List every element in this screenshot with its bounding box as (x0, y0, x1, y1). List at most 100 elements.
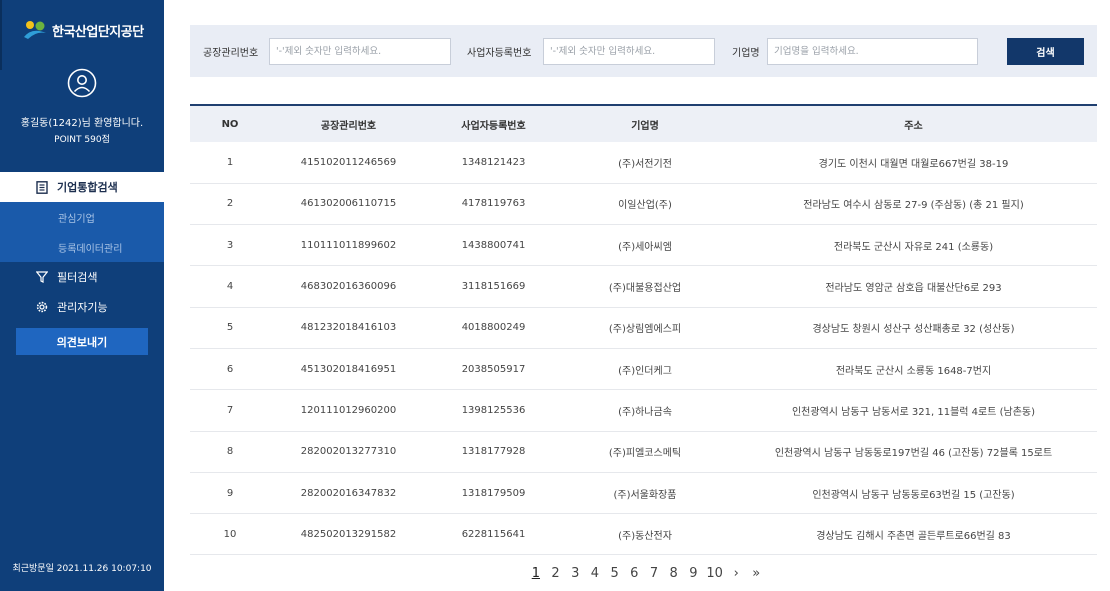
cell-no: 6 (226, 363, 234, 375)
cell-company-name: (주)인더케그 (618, 365, 672, 377)
cell-business-number: 2038505917 (461, 363, 526, 375)
cell-company-name: (주)서전기전 (618, 158, 672, 170)
cell-factory-number: 451302018416951 (300, 363, 397, 375)
cell-address: 전라남도 여수시 삼동로 27-9 (주삼동) (총 21 필지) (803, 200, 1024, 212)
page-8[interactable]: 8 (664, 566, 684, 581)
send-opinion-button[interactable]: 의견보내기 (16, 328, 148, 355)
cell-factory-number: 110111011899602 (300, 239, 397, 251)
logo-mark-icon (24, 21, 46, 39)
cell-factory-number: 481232018416103 (300, 322, 397, 334)
cell-company-name: (주)동산전자 (618, 530, 672, 542)
cell-no: 1 (226, 156, 234, 168)
cell-address: 경상남도 김해시 주촌면 골든루트로66번길 83 (816, 530, 1011, 542)
page-4[interactable]: 4 (585, 566, 605, 581)
cell-no: 9 (226, 487, 234, 499)
cell-factory-number: 461302006110715 (300, 198, 397, 210)
cell-no: 3 (226, 239, 234, 251)
results-table: NO 공장관리번호 사업자등록번호 기업명 주소 1 4151020112465… (190, 104, 1097, 555)
cell-company-name: (주)세아씨엠 (618, 241, 672, 253)
next-page-icon[interactable]: › (726, 566, 746, 581)
cell-address: 전라북도 군산시 자유로 241 (소룡동) (833, 241, 994, 253)
sidebar: 한국산업단지공단 홍길동(1242)님 환영합니다. POINT 590점 기업… (0, 0, 164, 591)
header-address: 주소 (904, 120, 923, 132)
cell-company-name: (주)대불용접산업 (608, 283, 682, 295)
table-row[interactable]: 2 461302006110715 4178119763 이일산업(주) 전라남… (190, 183, 1097, 225)
menu-company-search-label: 기업통합검색 (57, 181, 118, 194)
cell-address: 인천광역시 남동구 남동동로197번길 46 (고잔동) 72블록 15로트 (774, 448, 1053, 460)
sub-menu: 관심기업 등록데이터관리 (0, 202, 164, 262)
cell-business-number: 1348121423 (461, 156, 526, 168)
page-6[interactable]: 6 (624, 566, 644, 581)
cell-no: 10 (223, 528, 237, 540)
sidebar-edge (0, 0, 2, 70)
cell-business-number: 4178119763 (461, 198, 526, 210)
cell-business-number: 6228115641 (461, 528, 526, 540)
logo[interactable]: 한국산업단지공단 (22, 19, 144, 41)
page-1[interactable]: 1 (526, 566, 546, 581)
page-9[interactable]: 9 (684, 566, 704, 581)
company-name-input[interactable] (767, 38, 978, 65)
point-text: POINT 590점 (54, 135, 110, 145)
factory-number-input[interactable] (269, 38, 451, 65)
cell-address: 인천광역시 남동구 남동동로63번길 15 (고잔동) (812, 489, 1015, 501)
cell-business-number: 1438800741 (461, 239, 526, 251)
cell-no: 4 (226, 281, 234, 293)
filter-icon (36, 271, 48, 283)
table-row[interactable]: 4 468302016360096 3118151669 (주)대불용접산업 전… (190, 266, 1097, 308)
sub-item-registered-data[interactable]: 등록데이터관리 (0, 232, 164, 262)
sidebar-header: 한국산업단지공단 홍길동(1242)님 환영합니다. POINT 590점 (0, 0, 164, 172)
cell-factory-number: 468302016360096 (300, 281, 397, 293)
page-10[interactable]: 10 (703, 566, 726, 581)
table-row[interactable]: 7 120111012960200 1398125536 (주)하나금속 인천광… (190, 390, 1097, 432)
table-row[interactable]: 10 482502013291582 6228115641 (주)동산전자 경상… (190, 514, 1097, 555)
table-row[interactable]: 1 415102011246569 1348121423 (주)서전기전 경기도… (190, 142, 1097, 184)
page-7[interactable]: 7 (644, 566, 664, 581)
page-5[interactable]: 5 (605, 566, 625, 581)
document-icon (36, 180, 48, 194)
menu-company-search[interactable]: 기업통합검색 (0, 172, 164, 202)
cell-no: 8 (226, 446, 234, 458)
user-avatar-icon[interactable] (67, 68, 97, 98)
cell-address: 전라북도 군산시 소룡동 1648-7번지 (835, 365, 992, 377)
menu-admin[interactable]: 관리자기능 (0, 292, 164, 322)
page-3[interactable]: 3 (565, 566, 585, 581)
cell-factory-number: 482502013291582 (300, 528, 397, 540)
cell-company-name: (주)피엘코스메틱 (608, 448, 682, 460)
cell-company-name: (주)서울화장품 (613, 489, 677, 501)
menu-filter-search[interactable]: 필터검색 (0, 262, 164, 292)
search-bar: 공장관리번호 사업자등록번호 기업명 검색 (190, 25, 1097, 77)
header-no: NO (221, 118, 239, 130)
cell-business-number: 1398125536 (461, 404, 526, 416)
cell-factory-number: 282002013277310 (300, 446, 397, 458)
cell-business-number: 1318177928 (461, 446, 526, 458)
company-name-label: 기업명 (732, 48, 760, 59)
table-row[interactable]: 3 110111011899602 1438800741 (주)세아씨엠 전라북… (190, 225, 1097, 266)
cell-factory-number: 120111012960200 (300, 404, 397, 416)
table-row[interactable]: 6 451302018416951 2038505917 (주)인더케그 전라북… (190, 348, 1097, 390)
logo-text: 한국산업단지공단 (52, 24, 144, 40)
cell-business-number: 3118151669 (461, 281, 526, 293)
cell-factory-number: 282002016347832 (300, 487, 397, 499)
cell-address: 인천광역시 남동구 남동서로 321, 11블럭 4로트 (남촌동) (791, 406, 1036, 418)
header-company-name: 기업명 (631, 120, 659, 132)
last-visit-text: 최근방문일 2021.11.26 10:07:10 (12, 564, 152, 574)
business-number-input[interactable] (543, 38, 715, 65)
welcome-text: 홍길동(1242)님 환영합니다. (20, 118, 144, 129)
cell-address: 경상남도 창원시 성산구 성산패총로 32 (성산동) (812, 324, 1015, 336)
search-button[interactable]: 검색 (1007, 38, 1084, 65)
table-row[interactable]: 8 282002013277310 1318177928 (주)피엘코스메틱 인… (190, 431, 1097, 473)
page-2[interactable]: 2 (546, 566, 566, 581)
sub-item-interest[interactable]: 관심기업 (0, 202, 164, 232)
last-page-icon[interactable]: » (746, 566, 766, 581)
gear-icon (36, 301, 48, 313)
header-factory-number: 공장관리번호 (320, 120, 377, 132)
cell-no: 5 (226, 322, 234, 334)
cell-business-number: 1318179509 (461, 487, 526, 499)
table-header: NO 공장관리번호 사업자등록번호 기업명 주소 (190, 105, 1097, 142)
table-row[interactable]: 5 481232018416103 4018800249 (주)상림엠에스피 경… (190, 307, 1097, 349)
cell-company-name: 이일산업(주) (618, 200, 672, 212)
cell-company-name: (주)상림엠에스피 (608, 324, 682, 336)
cell-no: 7 (226, 404, 234, 416)
table-row[interactable]: 9 282002016347832 1318179509 (주)서울화장품 인천… (190, 472, 1097, 514)
pagination: 1 2 3 4 5 6 7 8 9 10 › » (526, 566, 766, 581)
